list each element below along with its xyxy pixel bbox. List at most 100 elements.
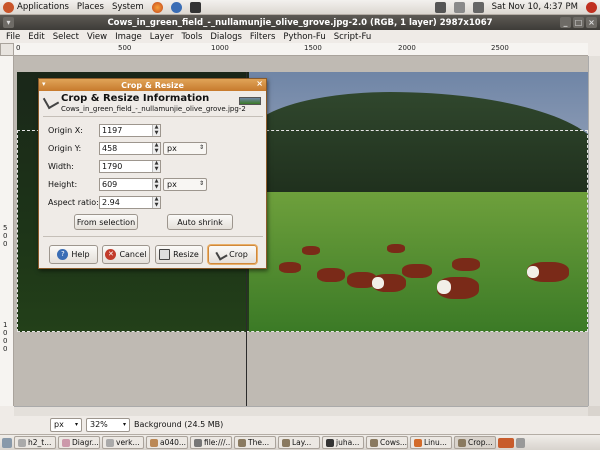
applications-menu[interactable]: Applications [17,2,69,12]
resize-label: Resize [173,250,199,259]
menu-layer[interactable]: Layer [146,32,178,42]
width-input[interactable]: 1790 ▲ ▼ [99,160,161,173]
origin-x-input[interactable]: 1197 ▲ ▼ [99,124,161,137]
unit-size-value: px [167,180,177,189]
mail-icon[interactable] [453,1,465,13]
ruler-corner-button[interactable] [0,43,14,56]
task-button[interactable]: Cows... [366,436,408,449]
vertical-scrollbar[interactable] [588,56,600,406]
task-button[interactable]: Linu... [410,436,452,449]
menu-script-fu[interactable]: Script-Fu [330,32,376,42]
task-button[interactable]: h2_t... [14,436,56,449]
layer-info: Background (24.5 MB) [134,420,224,429]
menu-file[interactable]: File [2,32,24,42]
unit-selector[interactable]: px ▾ [50,417,82,432]
auto-shrink-button[interactable]: Auto shrink [167,214,233,230]
chevron-down-icon: ▾ [122,421,126,428]
image-thumbnail [239,97,261,105]
menu-edit[interactable]: Edit [24,32,48,42]
ruler-label: 0 [3,329,8,337]
help-button[interactable]: ? Help [49,245,98,264]
buttons-separator [43,236,263,237]
minimize-icon[interactable]: _ [560,17,571,28]
auto-shrink-label: Auto shrink [177,217,223,227]
task-button[interactable]: Lay... [278,436,320,449]
ruler-label: 1000 [211,44,229,52]
volume-icon[interactable] [472,1,484,13]
network-icon[interactable] [434,1,446,13]
menu-filters[interactable]: Filters [246,32,279,42]
dialog-close-icon[interactable]: × [256,79,263,88]
origin-y-input[interactable]: 458 ▲ ▼ [99,142,161,155]
vertical-ruler[interactable]: 5 0 0 1 0 0 0 [0,56,14,406]
system-menu[interactable]: System [112,2,144,12]
origin-x-value: 1197 [102,126,123,135]
chevron-updown-icon: ⇕ [198,180,204,187]
window-titlebar[interactable]: ▾ Cows_in_green_field_-_nullamunjie_oliv… [0,15,600,30]
dialog-title: Crop & Resize [121,80,184,90]
cancel-button[interactable]: ✕ Cancel [102,245,150,264]
ruler-label: 0 [3,240,8,248]
task-button[interactable]: Diagr... [58,436,100,449]
places-menu[interactable]: Places [77,2,104,12]
folder-icon [194,438,202,447]
unit-select-size[interactable]: px ⇕ [163,178,207,191]
terminal-icon[interactable] [189,1,201,13]
navigate-icon[interactable] [588,406,600,416]
menu-tools[interactable]: Tools [177,32,206,42]
dialog-subheading: Cows_in_green_field_-_nullamunjie_olive_… [61,105,246,113]
firefox-icon[interactable] [151,1,163,13]
height-input[interactable]: 609 ▲ ▼ [99,178,161,191]
close-icon[interactable]: × [586,17,597,28]
aspect-ratio-input[interactable]: 2.94 ▲ ▼ [99,196,161,209]
taskbar: h2_t... Diagr... verk... a040... file://… [0,434,600,450]
chevron-updown-icon: ⇕ [198,144,204,151]
crop-resize-dialog[interactable]: ▾ Crop & Resize × Crop & Resize Informat… [38,78,267,269]
horizontal-scrollbar[interactable] [14,406,588,416]
ruler-label: 1 [3,321,8,329]
clock[interactable]: Sat Nov 10, 4:37 PM [492,2,578,12]
maximize-icon[interactable]: □ [573,17,584,28]
power-icon[interactable] [586,1,597,13]
show-desktop-icon[interactable] [2,437,12,448]
spin-arrows-icon[interactable]: ▲ ▼ [152,160,160,172]
task-button[interactable]: a040... [146,436,188,449]
from-selection-button[interactable]: From selection [74,214,138,230]
task-label: Linu... [424,438,447,447]
menu-select[interactable]: Select [49,32,83,42]
menu-image[interactable]: Image [111,32,146,42]
crop-button[interactable]: Crop [208,245,257,264]
menu-dialogs[interactable]: Dialogs [206,32,246,42]
help-icon[interactable] [170,1,182,13]
menubar: File Edit Select View Image Layer Tools … [0,30,600,43]
unit-select-origin[interactable]: px ⇕ [163,142,207,155]
task-label: juha... [336,438,360,447]
dialog-heading: Crop & Resize Information [61,93,210,104]
trash-icon[interactable] [516,437,525,448]
task-button[interactable]: verk... [102,436,144,449]
ruler-label: 0 [3,345,8,353]
resize-button[interactable]: Resize [155,245,203,264]
from-selection-label: From selection [76,217,136,227]
spin-arrows-icon[interactable]: ▲ ▼ [152,196,160,208]
origin-y-value: 458 [102,144,118,153]
task-button[interactable]: file:///... [190,436,232,449]
task-button[interactable]: The... [234,436,276,449]
menu-view[interactable]: View [83,32,111,42]
window-menu-icon[interactable]: ▾ [3,17,14,28]
horizontal-ruler[interactable]: 0 500 1000 1500 2000 2500 [14,43,588,56]
dialog-menu-icon[interactable]: ▾ [42,80,46,88]
spin-arrows-icon[interactable]: ▲ ▼ [152,178,160,190]
dialog-titlebar[interactable]: ▾ Crop & Resize × [39,79,266,91]
zoom-selector[interactable]: 32% ▾ [86,417,130,432]
task-button[interactable]: juha... [322,436,364,449]
ruler-label: 0 [3,337,8,345]
task-button[interactable]: Crop... [454,436,496,449]
spin-arrows-icon[interactable]: ▲ ▼ [152,142,160,154]
menu-python-fu[interactable]: Python-Fu [279,32,329,42]
crop-icon [215,248,228,261]
workspace-switcher-icon[interactable] [498,437,514,448]
task-label: Diagr... [72,438,99,447]
task-label: file:///... [204,438,232,447]
spin-arrows-icon[interactable]: ▲ ▼ [152,124,160,136]
